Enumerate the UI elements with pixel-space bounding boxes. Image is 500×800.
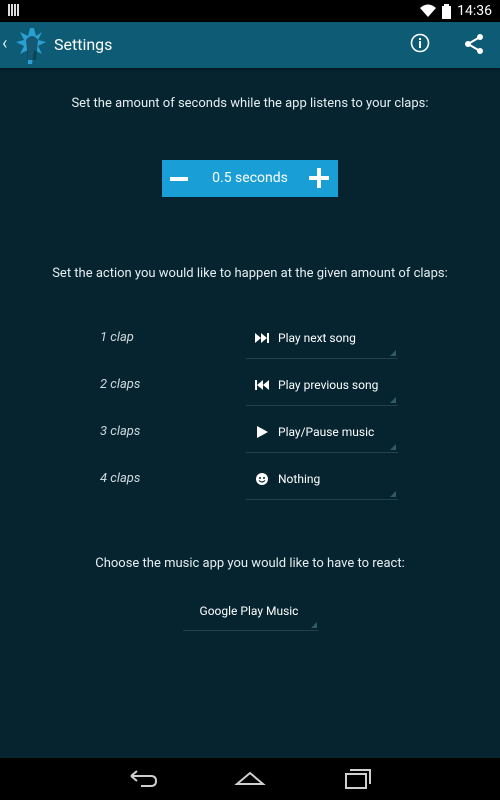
skip-next-icon <box>255 333 269 343</box>
clap-count-label: 2 claps <box>100 377 141 392</box>
page-title: Settings <box>54 35 113 54</box>
clap-row: 2 claps Play previous song <box>0 367 500 407</box>
clap-action-label: Play previous song <box>278 378 379 392</box>
back-chevron-icon[interactable]: ‹ <box>2 33 7 54</box>
clap-row: 3 claps Play/Pause music <box>0 414 500 454</box>
music-app-dropdown[interactable]: Google Play Music <box>183 596 319 631</box>
action-bar: ‹ Settings <box>0 22 500 68</box>
clap-row: 4 claps Nothing <box>0 461 500 501</box>
battery-icon <box>442 3 452 19</box>
clap-action-label: Nothing <box>278 472 321 486</box>
clap-action-dropdown[interactable]: Play previous song <box>246 367 398 406</box>
back-icon[interactable] <box>127 768 159 790</box>
clap-action-dropdown[interactable]: Play next song <box>246 320 398 359</box>
play-icon <box>257 426 268 438</box>
dropdown-corner-icon <box>390 491 396 497</box>
clap-count-label: 4 claps <box>100 471 141 486</box>
wifi-icon <box>420 4 437 17</box>
seconds-stepper[interactable]: 0.5 seconds <box>162 160 338 197</box>
clap-action-dropdown[interactable]: Nothing <box>246 461 398 500</box>
status-time: 14:36 <box>457 3 492 19</box>
increase-button[interactable] <box>308 160 330 197</box>
seconds-value: 0.5 seconds <box>212 170 288 186</box>
home-icon[interactable] <box>234 768 266 790</box>
dropdown-corner-icon <box>390 397 396 403</box>
music-prompt: Choose the music app you would like to h… <box>95 556 405 571</box>
decrease-button[interactable] <box>170 160 190 197</box>
dropdown-corner-icon <box>390 444 396 450</box>
clap-action-dropdown[interactable]: Play/Pause music <box>246 414 398 453</box>
dropdown-corner-icon <box>390 350 396 356</box>
clap-action-label: Play next song <box>278 331 356 345</box>
status-bar: 14:36 <box>0 0 500 22</box>
clap-count-label: 1 clap <box>100 330 134 345</box>
nav-bar <box>0 758 500 800</box>
clap-row: 1 clap Play next song <box>0 320 500 360</box>
share-icon[interactable] <box>462 32 486 56</box>
skip-previous-icon <box>255 380 269 390</box>
clap-count-label: 3 claps <box>100 424 141 439</box>
info-icon[interactable] <box>410 33 430 53</box>
smiley-icon <box>256 473 268 485</box>
status-right: 14:36 <box>420 3 492 19</box>
action-prompt: Set the action you would like to happen … <box>52 266 448 281</box>
clap-action-label: Play/Pause music <box>278 425 375 439</box>
music-app-label: Google Play Music <box>199 604 299 618</box>
app-logo-icon[interactable] <box>12 24 52 66</box>
sim-card-icon <box>8 4 22 16</box>
recents-icon[interactable] <box>342 768 374 790</box>
dropdown-corner-icon <box>311 622 317 628</box>
seconds-prompt: Set the amount of seconds while the app … <box>71 96 429 111</box>
settings-content: Set the amount of seconds while the app … <box>0 68 500 758</box>
